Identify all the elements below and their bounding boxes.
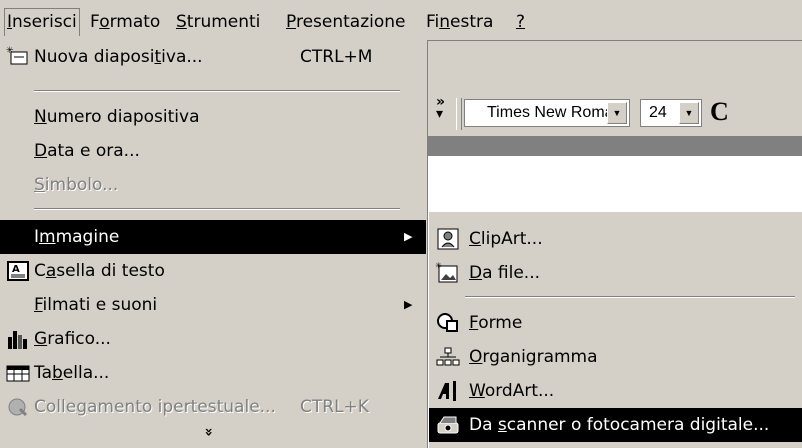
- submenu-separator: [465, 296, 795, 298]
- font-size-value: 24: [649, 104, 667, 121]
- slide-area: [428, 156, 802, 212]
- menu-strumenti[interactable]: Strumenti: [174, 9, 262, 37]
- submenu-item-scanner[interactable]: Da scanner o fotocamera digitale...: [429, 408, 802, 442]
- wordart-icon: [438, 381, 456, 401]
- submenu-item-from-file[interactable]: ✳ Da file...: [429, 256, 802, 290]
- submenu-item-wordart[interactable]: WordArt...: [429, 374, 802, 408]
- font-name-combo[interactable]: Times New Roman ▼: [464, 99, 630, 127]
- size-dropdown-button[interactable]: ▼: [679, 102, 699, 124]
- clipart-icon: [437, 228, 459, 250]
- app-band: [428, 136, 802, 156]
- shortcut-new-slide: CTRL+M: [300, 47, 373, 67]
- menu-presentazione[interactable]: Presentazione: [284, 9, 407, 37]
- svg-text:✳: ✳: [6, 46, 14, 56]
- submenu-item-clipart[interactable]: ClipArt...: [429, 222, 802, 256]
- font-size-combo[interactable]: 24 ▼: [640, 99, 702, 127]
- menu-item-hyperlink[interactable]: Collegamento ipertestuale... CTRL+K: [0, 390, 426, 424]
- menu-help[interactable]: ?: [514, 9, 527, 37]
- picture-file-icon: ✳: [435, 261, 458, 283]
- font-name-value: Times New Roman: [487, 104, 623, 121]
- submenu-item-shapes[interactable]: Forme: [429, 306, 802, 340]
- menu-item-new-slide[interactable]: ✳ Nuova diapositiva... CTRL+M: [0, 40, 426, 74]
- menu-item-chart[interactable]: Grafico...: [0, 322, 426, 356]
- menu-item-movies-sounds[interactable]: Filmati e suoni ▶: [0, 288, 426, 322]
- image-submenu: ClipArt... ✳ Da file... Forme Organigram…: [428, 212, 802, 448]
- menu-item-date-time[interactable]: Data e ora...: [0, 134, 426, 168]
- menu-item-slide-number[interactable]: Numero diapositiva: [0, 100, 426, 134]
- menu-separator: [34, 90, 400, 92]
- menu-bar: Inserisci Formato Strumenti Presentazion…: [0, 0, 802, 41]
- toolbar-grip[interactable]: [456, 98, 462, 130]
- menu-item-symbol[interactable]: Simbolo...: [0, 168, 426, 202]
- menu-item-text-box[interactable]: A Casella di testo: [0, 254, 426, 288]
- font-dropdown-button[interactable]: ▼: [607, 102, 627, 124]
- shortcut-hyperlink: CTRL+K: [300, 397, 369, 417]
- menu-inserisci[interactable]: Inserisci: [4, 8, 80, 36]
- menu-item-table[interactable]: Tabella...: [0, 356, 426, 390]
- svg-text:✳: ✳: [435, 261, 442, 270]
- submenu-item-org-chart[interactable]: Organigramma: [429, 340, 802, 374]
- shapes-icon: [437, 313, 458, 332]
- submenu-arrow-icon: ▶: [404, 298, 413, 311]
- menu-separator: [34, 208, 400, 210]
- scanner-icon: [437, 416, 459, 434]
- new-slide-icon: ✳: [6, 46, 28, 65]
- menu-formato[interactable]: Formato: [88, 9, 162, 37]
- table-icon: [6, 365, 30, 382]
- menu-item-image[interactable]: Immagine ▶: [0, 220, 426, 254]
- hyperlink-icon: [8, 398, 28, 417]
- expand-menu-icon[interactable]: »: [201, 427, 217, 436]
- submenu-arrow-icon: ▶: [404, 230, 413, 243]
- formatting-toolbar: » ▾ Times New Roman ▼ 24 ▼ C: [428, 92, 802, 136]
- svg-text:A: A: [12, 264, 20, 275]
- org-chart-icon: [436, 347, 460, 366]
- bold-button[interactable]: C: [710, 94, 729, 130]
- toolbar-options-icon[interactable]: » ▾: [436, 95, 445, 121]
- chart-icon: [8, 331, 27, 349]
- menu-finestra[interactable]: Finestra: [424, 9, 495, 37]
- insert-menu: ✳ Nuova diapositiva... CTRL+M Numero dia…: [0, 40, 428, 448]
- text-box-icon: A: [7, 261, 29, 281]
